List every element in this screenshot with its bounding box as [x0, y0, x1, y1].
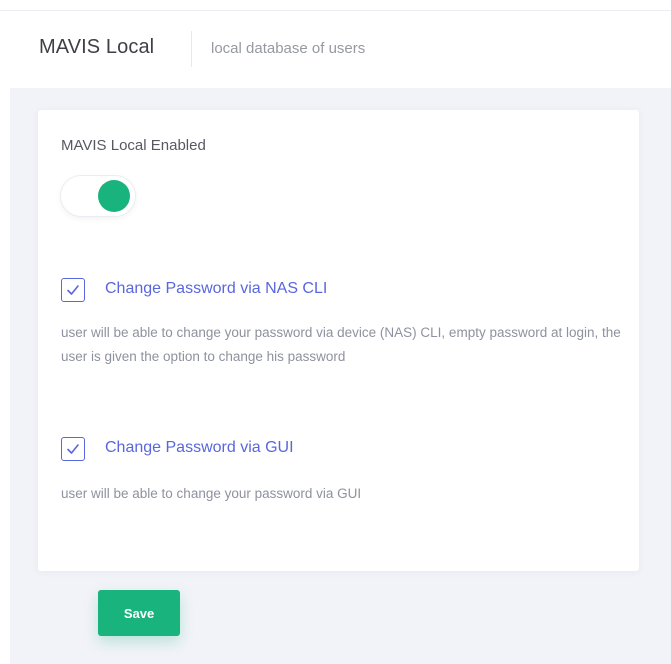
nas-cli-checkbox[interactable]	[61, 278, 85, 302]
save-button[interactable]: Save	[98, 590, 180, 636]
page-title: MAVIS Local	[39, 36, 155, 58]
toggle-knob	[98, 180, 130, 212]
enabled-toggle[interactable]	[60, 175, 136, 217]
nas-cli-label[interactable]: Change Password via NAS CLI	[105, 280, 327, 298]
nas-cli-help: user will be able to change your passwor…	[61, 325, 621, 364]
page-header: MAVIS Local local database of users	[0, 11, 671, 88]
header-divider	[191, 31, 192, 67]
check-icon	[67, 285, 79, 295]
check-icon	[67, 444, 79, 454]
gui-help: user will be able to change your passwor…	[61, 486, 362, 501]
gui-checkbox[interactable]	[61, 437, 85, 461]
gui-label[interactable]: Change Password via GUI	[105, 439, 294, 457]
top-strip	[0, 0, 671, 11]
settings-card: MAVIS Local Enabled Change Password via …	[38, 110, 639, 571]
enabled-label: MAVIS Local Enabled	[61, 137, 206, 154]
page-description: local database of users	[211, 40, 366, 57]
